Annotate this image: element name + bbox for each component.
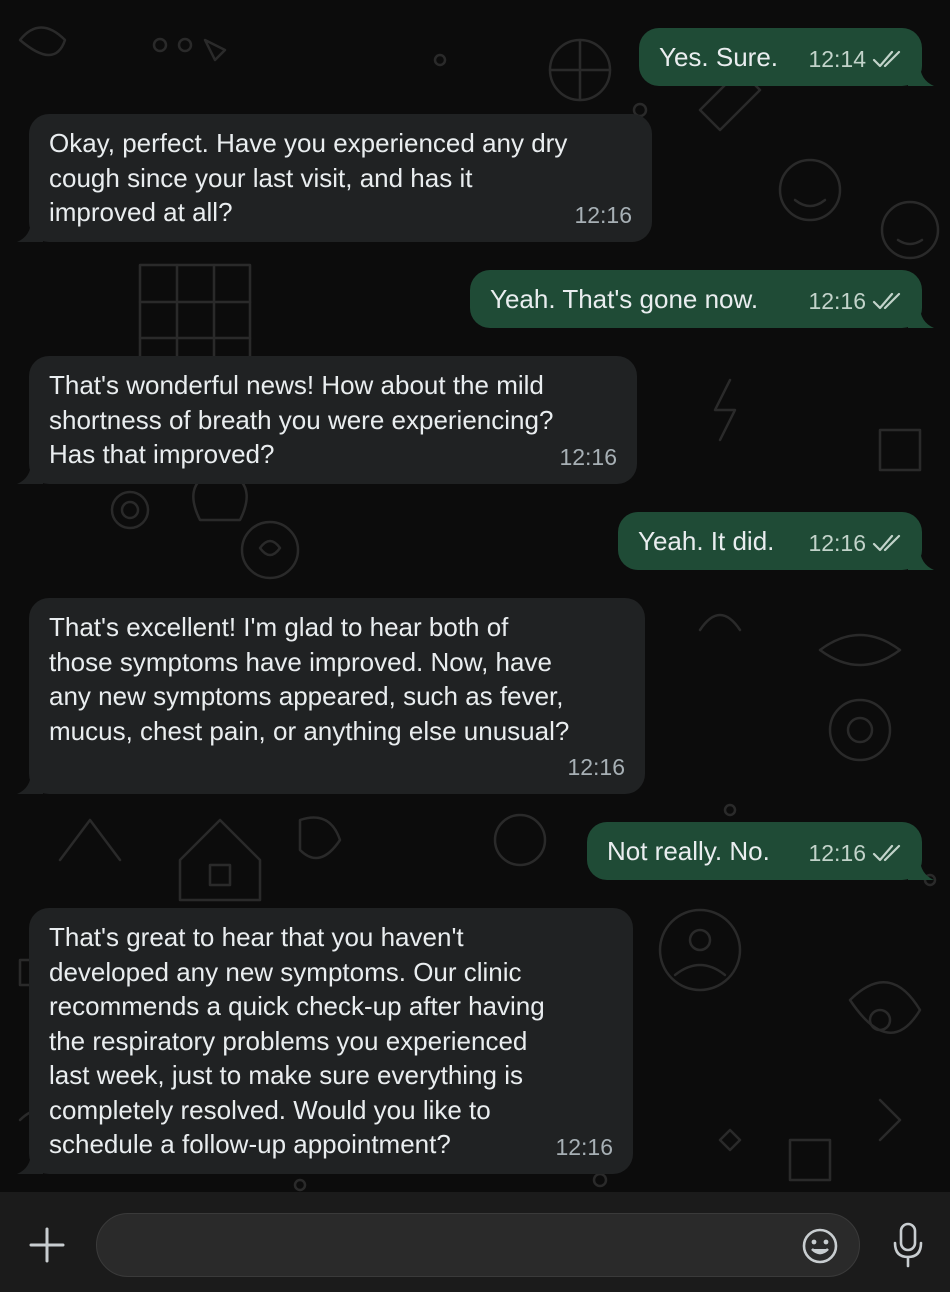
plus-icon bbox=[29, 1227, 65, 1263]
bubble-tail bbox=[17, 220, 43, 242]
message-time: 12:16 bbox=[567, 753, 625, 780]
outgoing-message-bubble[interactable]: Yes. Sure. 12:14 bbox=[639, 28, 934, 86]
microphone-icon bbox=[893, 1222, 923, 1268]
bubble-tail bbox=[17, 1152, 43, 1174]
message-meta: 12:16 bbox=[559, 440, 617, 475]
chat-window: Yes. Sure. 12:14 Okay, perfect. Have you e… bbox=[0, 0, 950, 1292]
emoji-button[interactable] bbox=[798, 1224, 842, 1268]
bubble-tail bbox=[908, 858, 934, 880]
incoming-message-bubble[interactable]: That's wonderful news! How about the mil… bbox=[17, 356, 637, 484]
incoming-message-bubble[interactable]: That's great to hear that you haven't de… bbox=[17, 908, 633, 1174]
composer-bar bbox=[0, 1192, 950, 1292]
message-meta: 12:16 bbox=[574, 198, 632, 233]
message-list[interactable]: Yes. Sure. 12:14 Okay, perfect. Have you e… bbox=[0, 0, 950, 1192]
message-text: That's excellent! I'm glad to hear both … bbox=[49, 612, 570, 746]
message-time: 12:16 bbox=[808, 529, 866, 556]
bubble-tail bbox=[908, 306, 934, 328]
message-meta: 12:16 bbox=[567, 750, 625, 785]
message-meta: 12:16 bbox=[808, 284, 902, 319]
message-meta: 12:16 bbox=[808, 836, 902, 871]
bubble-tail bbox=[17, 772, 43, 794]
message-time: 12:16 bbox=[808, 839, 866, 866]
message-time: 12:14 bbox=[808, 45, 866, 72]
incoming-message-bubble[interactable]: Okay, perfect. Have you experienced any … bbox=[17, 114, 652, 242]
message-meta: 12:14 bbox=[808, 42, 902, 77]
bubble-tail bbox=[908, 548, 934, 570]
double-check-icon bbox=[872, 534, 901, 551]
outgoing-message-bubble[interactable]: Not really. No. 12:16 bbox=[587, 822, 934, 880]
incoming-message-bubble[interactable]: That's excellent! I'm glad to hear both … bbox=[17, 598, 645, 794]
message-text: Okay, perfect. Have you experienced any … bbox=[49, 128, 568, 227]
double-check-icon bbox=[872, 50, 901, 67]
message-time: 12:16 bbox=[808, 287, 866, 314]
message-input[interactable] bbox=[96, 1213, 860, 1277]
double-check-icon bbox=[872, 292, 901, 309]
outgoing-message-bubble[interactable]: Yeah. It did. 12:16 bbox=[618, 512, 934, 570]
message-time: 12:16 bbox=[574, 201, 632, 228]
double-check-icon bbox=[872, 844, 901, 861]
bubble-tail bbox=[17, 462, 43, 484]
attach-button[interactable] bbox=[22, 1220, 72, 1270]
message-time: 12:16 bbox=[559, 443, 617, 470]
message-meta: 12:16 bbox=[808, 526, 902, 561]
outgoing-message-bubble[interactable]: Yeah. That's gone now. 12:16 bbox=[470, 270, 934, 328]
message-text: That's great to hear that you haven't de… bbox=[49, 922, 545, 1159]
voice-message-button[interactable] bbox=[884, 1220, 932, 1270]
message-meta: 12:16 bbox=[555, 1130, 613, 1165]
message-time: 12:16 bbox=[555, 1133, 613, 1160]
message-text: That's wonderful news! How about the mil… bbox=[49, 370, 554, 469]
bubble-tail bbox=[908, 64, 934, 86]
emoji-icon bbox=[802, 1228, 838, 1264]
